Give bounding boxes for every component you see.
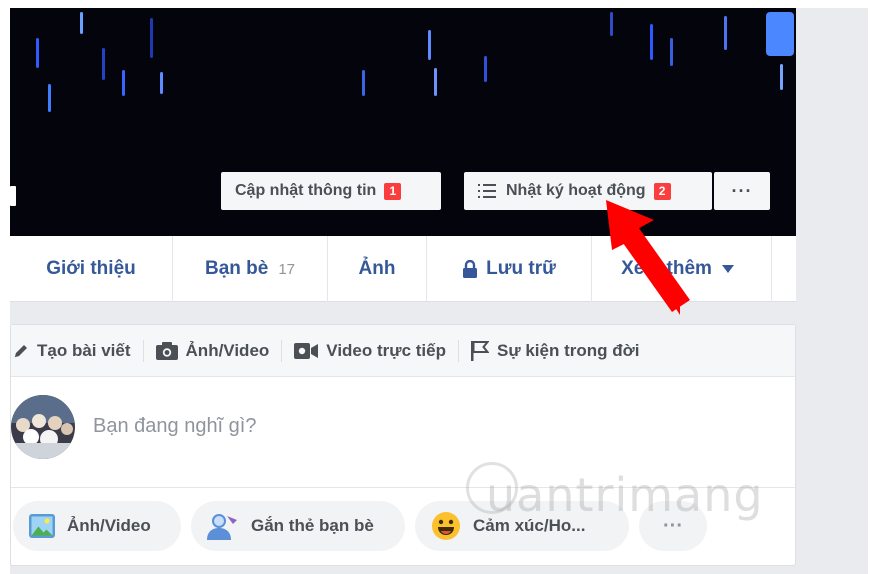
screenshot: Cập nhật thông tin 1 Nhật ký hoạt động 2… bbox=[0, 0, 870, 574]
red-arrow-annotation bbox=[606, 200, 690, 315]
